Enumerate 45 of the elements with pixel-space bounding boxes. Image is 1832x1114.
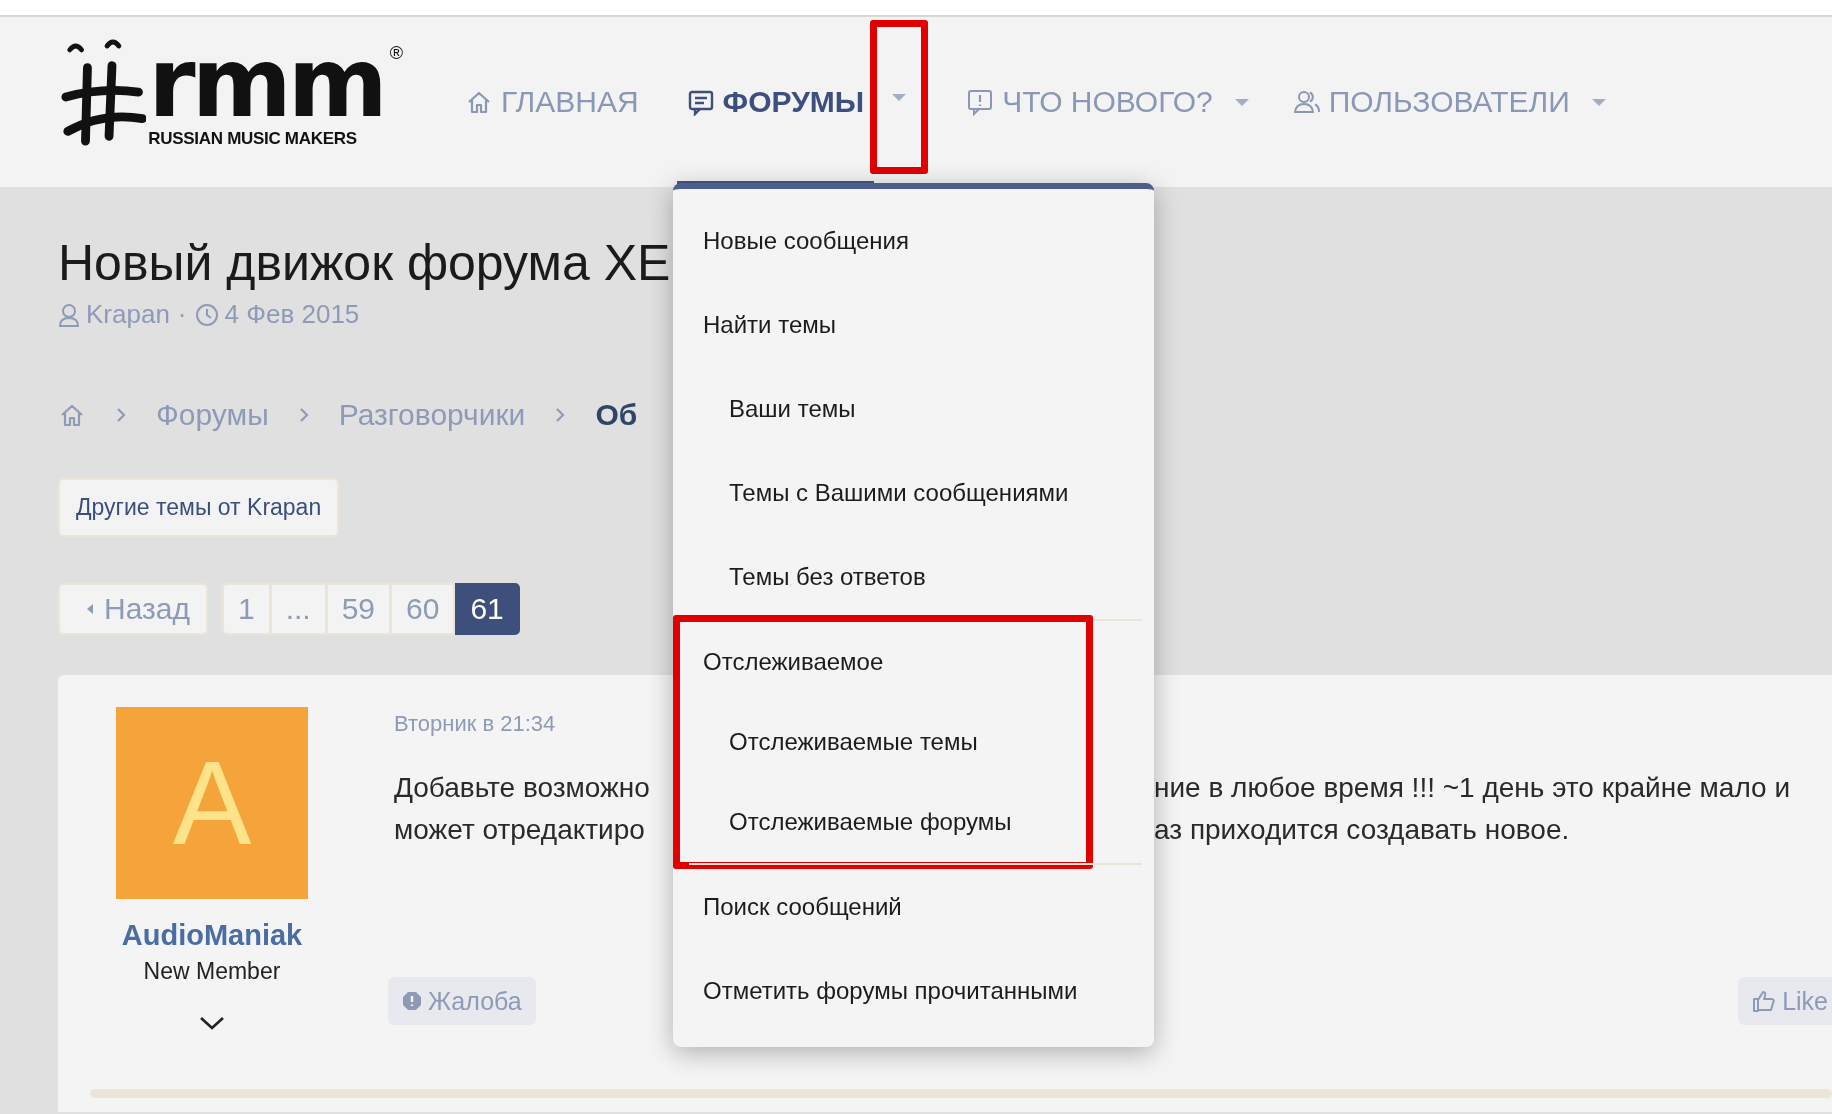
caret-icon[interactable] [1234, 98, 1249, 106]
caret-left-icon [86, 603, 94, 615]
menu-item[interactable]: Найти темы [673, 283, 1093, 367]
logo-tagline: RUSSIAN MUSIC MAKERS [148, 129, 357, 149]
thread-date: 4 Фев 2015 [224, 299, 360, 330]
page-button[interactable]: 61 [455, 583, 520, 635]
caret-icon[interactable] [1591, 98, 1606, 106]
menu-item[interactable]: Темы без ответов [673, 535, 1093, 619]
other-threads-button[interactable]: Другие темы от Krapan [58, 478, 340, 537]
page-button[interactable]: 60 [391, 583, 456, 635]
post-text: Добавьте возможно [394, 771, 651, 805]
caret-icon[interactable] [892, 93, 907, 101]
chevron-down-icon [198, 1015, 226, 1031]
menu-item[interactable]: Новые сообщения [673, 199, 1093, 283]
users-icon [1292, 88, 1321, 116]
post-text: может отредактиро [394, 813, 646, 847]
username-link[interactable]: AudioManiak [121, 919, 303, 952]
thumbs-up-icon [1752, 989, 1777, 1013]
menu-item[interactable]: Поиск сообщений [673, 865, 1093, 949]
menu-item[interactable]: Отметить форумы прочитанными [673, 949, 1093, 1033]
menu-item[interactable]: Отслеживаемые форумы [680, 782, 1086, 862]
previous-button[interactable]: Назад [58, 583, 208, 635]
page-button[interactable]: 59 [326, 583, 392, 635]
menu-item[interactable]: Отслеживаемые темы [680, 702, 1086, 782]
clock-icon [194, 302, 219, 327]
nav-tab[interactable]: ГЛАВНАЯ [455, 17, 649, 187]
registered-mark: ® [389, 43, 403, 64]
menu-item[interactable]: Ваши темы [673, 367, 1093, 451]
page-button[interactable]: ... [270, 583, 327, 635]
user-title: New Member [143, 958, 281, 985]
post-text: ние в любое время !!! ~1 день это крайне мало и [1154, 771, 1791, 805]
alert-icon [402, 991, 422, 1011]
menu-item[interactable]: Отслеживаемое [680, 622, 1086, 702]
separator-dot: · [177, 299, 187, 330]
post-text: аз приходится создавать новое. [1154, 813, 1571, 847]
chat-icon [686, 88, 715, 116]
breadcrumb-link[interactable]: Об [595, 398, 638, 432]
nav-tab[interactable]: ЧТО НОВОГО? [956, 17, 1223, 187]
user-icon [58, 302, 80, 327]
page-button[interactable]: 1 [221, 583, 271, 635]
thread-title: Новый движок форума XE [58, 234, 671, 293]
logo-wordmark: rmm [148, 43, 384, 123]
nav-tab[interactable]: ПОЛЬЗОВАТЕЛИ [1282, 17, 1580, 187]
menu-item[interactable]: Темы с Вашими сообщениями [673, 451, 1093, 535]
comment-alert-icon [966, 88, 995, 116]
